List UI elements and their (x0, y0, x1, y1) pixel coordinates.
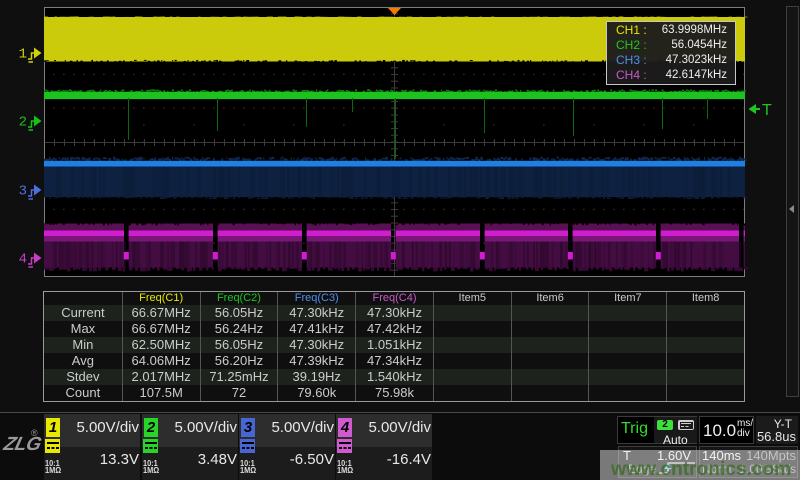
svg-text:4: 4 (19, 252, 27, 268)
svg-text:1: 1 (19, 47, 27, 63)
svg-text:3: 3 (19, 184, 27, 200)
svg-text:T: T (762, 102, 772, 119)
svg-text:2: 2 (19, 115, 27, 131)
